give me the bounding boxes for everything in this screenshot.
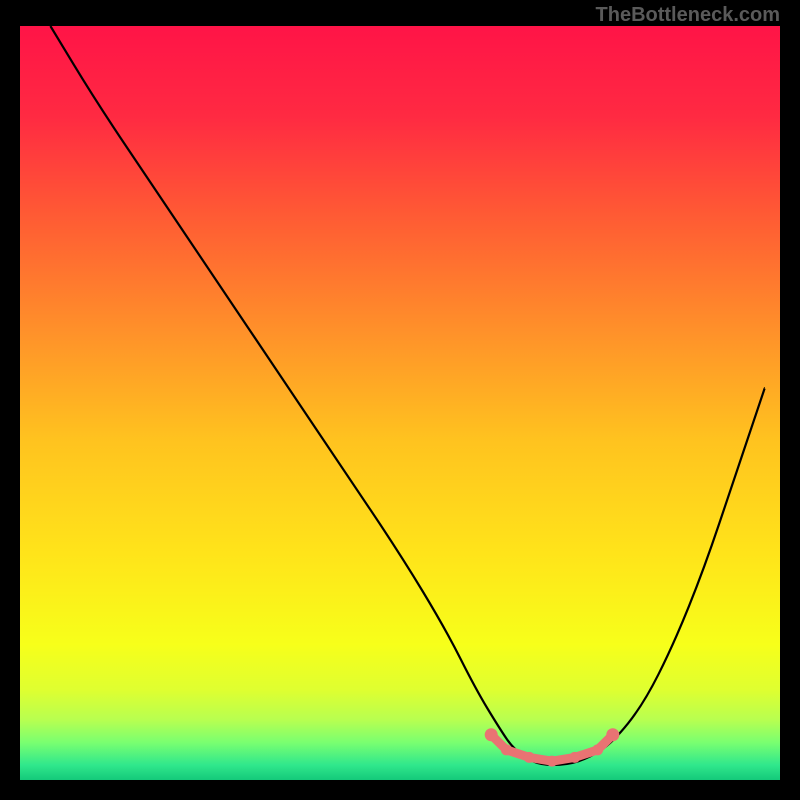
optimal-band-dot [547,756,558,767]
plot-area [20,26,780,780]
watermark-text: TheBottleneck.com [596,4,780,27]
optimal-band-dot [606,728,619,741]
gradient-background [20,26,780,780]
optimal-band-dot [524,752,535,763]
optimal-band-dot [485,728,498,741]
optimal-band-dot [501,744,512,755]
optimal-band-dot [592,744,603,755]
optimal-band-dot [569,752,580,763]
chart-container: TheBottleneck.com [0,0,800,800]
chart-svg [20,26,780,780]
